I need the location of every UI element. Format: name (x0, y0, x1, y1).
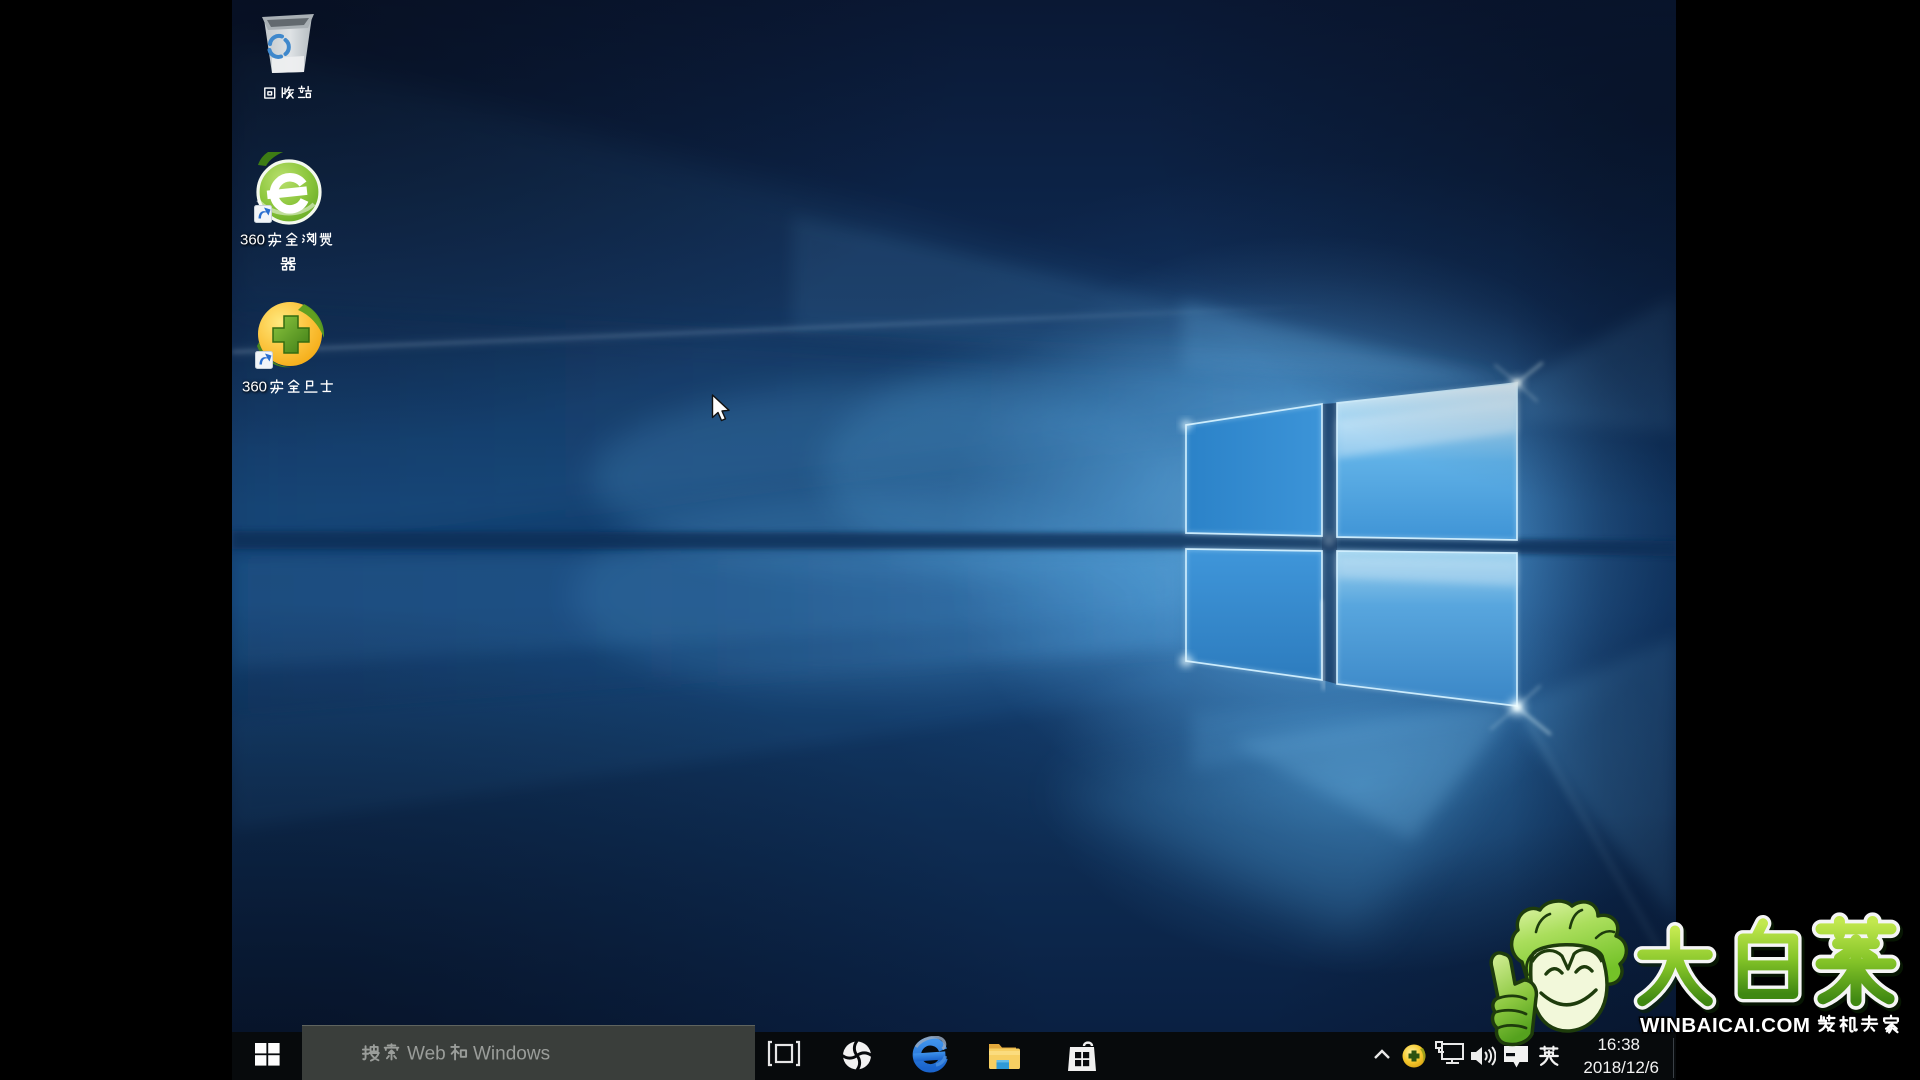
svg-text:Windows: Windows (473, 1044, 550, 1065)
svg-text:Web: Web (407, 1044, 446, 1065)
svg-text:360: 360 (240, 232, 265, 249)
svg-text:360: 360 (242, 379, 267, 396)
